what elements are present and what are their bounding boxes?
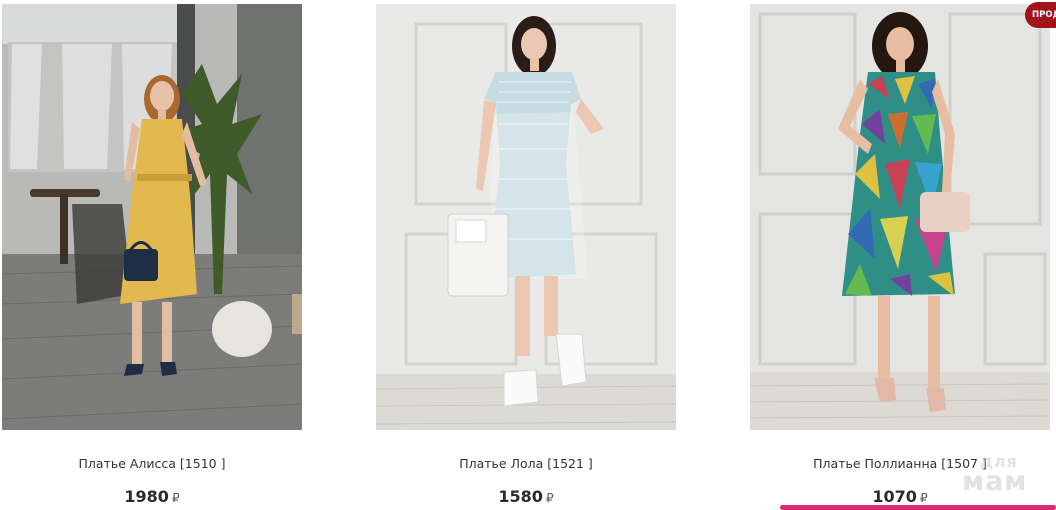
product-price-row: 1580 ₽ xyxy=(376,487,676,508)
light-blue-tulle-dress-photo xyxy=(376,4,676,430)
product-price: 1070 xyxy=(872,487,917,506)
product-title[interactable]: Платье Алисса [1510 ] xyxy=(2,456,302,471)
product-card[interactable]: Платье Поллианна [1507 ] 1070 ₽ xyxy=(750,0,1050,510)
product-card[interactable]: Платье Алисса [1510 ] 1980 ₽ xyxy=(2,0,302,510)
product-price-row: 1980 ₽ xyxy=(2,487,302,508)
product-image[interactable] xyxy=(376,4,676,430)
add-to-cart-bar[interactable] xyxy=(780,505,1056,510)
product-image[interactable] xyxy=(2,4,302,430)
ruble-icon: ₽ xyxy=(919,491,928,505)
product-title[interactable]: Платье Лола [1521 ] xyxy=(376,456,676,471)
product-price: 1980 xyxy=(124,487,169,506)
product-grid: Платье Алисса [1510 ] 1980 ₽ Платье Лола… xyxy=(0,0,1056,510)
product-image[interactable] xyxy=(750,4,1050,430)
sale-badge: ПРОД xyxy=(1025,2,1056,28)
product-card[interactable]: Платье Лола [1521 ] 1580 ₽ xyxy=(376,0,676,510)
geometric-print-dress-photo xyxy=(750,4,1050,430)
product-price: 1580 xyxy=(498,487,543,506)
yellow-dress-photo xyxy=(2,4,302,430)
ruble-icon: ₽ xyxy=(545,491,554,505)
product-title[interactable]: Платье Поллианна [1507 ] xyxy=(750,456,1050,471)
ruble-icon: ₽ xyxy=(171,491,180,505)
